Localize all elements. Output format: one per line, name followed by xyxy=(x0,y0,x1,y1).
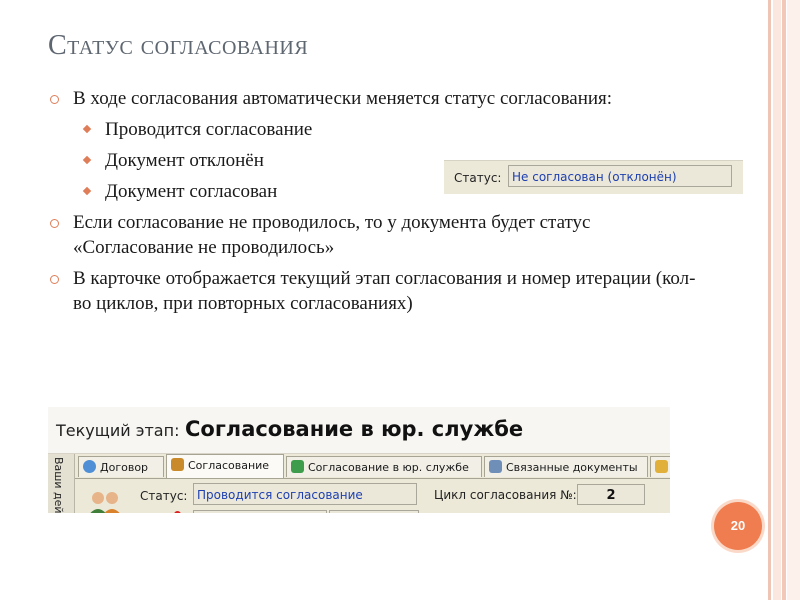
sub-bullet-text: Документ отклонён xyxy=(105,150,264,171)
stage-value: Согласование в юр. службе xyxy=(185,417,524,441)
decor-stripe xyxy=(787,0,800,600)
documents-icon xyxy=(489,460,502,473)
people-icon xyxy=(90,492,120,513)
decor-stripe xyxy=(782,0,786,600)
side-panel-label: Ваши дей xyxy=(52,457,65,513)
circle-bullet-icon xyxy=(50,275,59,284)
diamond-bullet-icon xyxy=(82,155,92,165)
circle-bullet-icon xyxy=(50,95,59,104)
bullet-list: В ходе согласования автоматически меняет… xyxy=(48,86,698,322)
tab-label: Согласование xyxy=(188,459,270,472)
tab-label: Согласование в юр. службе xyxy=(308,461,469,474)
decor-stripe xyxy=(768,0,771,600)
bullet-item: В карточке отображается текущий этап сог… xyxy=(48,266,698,316)
diamond-bullet-icon xyxy=(82,186,92,196)
card-screenshot: Текущий этап: Согласование в юр. службе … xyxy=(48,407,670,513)
cycle-label: Цикл согласования №: xyxy=(434,488,577,502)
required-marker-icon xyxy=(174,511,181,513)
status-screenshot: Статус: Не согласован (отклонён) xyxy=(444,160,743,194)
person-icon xyxy=(291,460,304,473)
diamond-bullet-icon xyxy=(82,124,92,134)
page-number: 20 xyxy=(714,502,762,550)
contract-icon xyxy=(83,460,96,473)
bullet-item: В ходе согласования автоматически меняет… xyxy=(48,86,698,111)
sub-bullet-item: Проводится согласование xyxy=(48,117,698,142)
status-label: Статус: xyxy=(454,171,502,185)
stage-label: Текущий этап: xyxy=(56,421,180,440)
tab-related-docs[interactable]: Связанные документы xyxy=(484,456,648,477)
folder-icon xyxy=(655,460,668,473)
tab-label: Договор xyxy=(100,461,149,474)
decor-stripe xyxy=(773,0,781,600)
cycle-field: 2 xyxy=(577,484,645,505)
input-field[interactable] xyxy=(329,510,419,513)
sub-bullet-text: Проводится согласование xyxy=(105,119,313,140)
people-icon xyxy=(171,458,184,471)
tab-contract[interactable]: Договор xyxy=(78,456,164,477)
slide-title: Статус согласования xyxy=(48,30,309,61)
bullet-text: В ходе согласования автоматически меняет… xyxy=(73,88,613,109)
tab-more[interactable] xyxy=(650,456,670,477)
bullet-text: В карточке отображается текущий этап сог… xyxy=(73,268,696,314)
tab-label: Связанные документы xyxy=(506,461,638,474)
tab-approval[interactable]: Согласование xyxy=(166,454,284,478)
tab-legal-approval[interactable]: Согласование в юр. службе xyxy=(286,456,482,477)
status-field: Не согласован (отклонён) xyxy=(508,165,732,187)
sub-bullet-text: Документ согласован xyxy=(105,181,278,202)
card-status-label: Статус: xyxy=(140,489,188,503)
circle-bullet-icon xyxy=(50,219,59,228)
bullet-item: Если согласование не проводилось, то у д… xyxy=(48,210,698,260)
input-field[interactable] xyxy=(193,510,327,513)
card-status-field: Проводится согласование xyxy=(193,483,417,505)
bullet-text: Если согласование не проводилось, то у д… xyxy=(73,212,591,258)
